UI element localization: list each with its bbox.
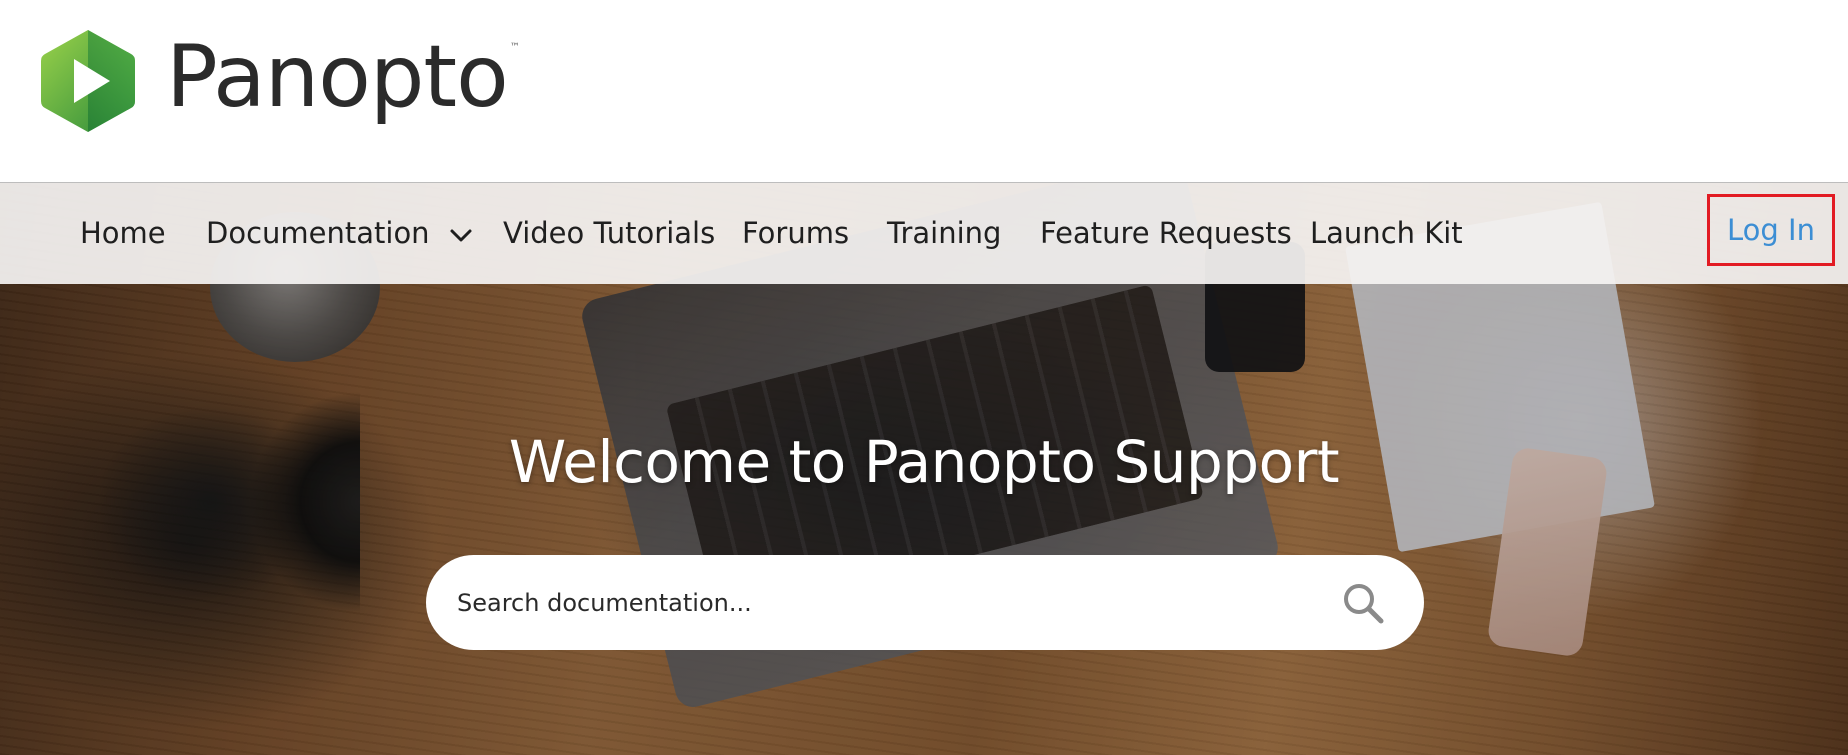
- chevron-down-icon[interactable]: [448, 222, 474, 248]
- nav-item-training[interactable]: Training: [887, 183, 1001, 283]
- nav-item-forums[interactable]: Forums: [742, 183, 849, 283]
- nav-item-label: Documentation: [206, 216, 430, 250]
- nav-item-documentation[interactable]: Documentation: [206, 183, 474, 283]
- search-bar[interactable]: [426, 555, 1424, 650]
- trademark-symbol: ™: [509, 41, 520, 53]
- login-label: Log In: [1727, 213, 1815, 247]
- panopto-logo[interactable]: Panopto ™: [38, 26, 520, 136]
- brand-name: Panopto: [166, 27, 509, 127]
- nav-item-label: Home: [80, 216, 166, 250]
- nav-item-label: Forums: [742, 216, 850, 250]
- panopto-logo-icon: [41, 30, 135, 132]
- nav-item-label: Video Tutorials: [503, 216, 716, 250]
- main-nav: Home Documentation Video Tutorials Forum…: [0, 182, 1848, 284]
- site-header: Panopto ™: [0, 0, 1848, 182]
- page-title: Welcome to Panopto Support: [508, 428, 1340, 496]
- nav-item-label: Launch Kit: [1310, 216, 1463, 250]
- nav-item-label: Training: [887, 216, 1002, 250]
- nav-item-feature-requests[interactable]: Feature Requests: [1040, 183, 1292, 283]
- search-input[interactable]: [455, 571, 1340, 634]
- login-button[interactable]: Log In: [1707, 194, 1835, 266]
- nav-item-launch-kit[interactable]: Launch Kit: [1310, 183, 1463, 283]
- nav-item-label: Feature Requests: [1040, 216, 1292, 250]
- nav-item-video-tutorials[interactable]: Video Tutorials: [503, 183, 715, 283]
- nav-item-home[interactable]: Home: [80, 183, 166, 283]
- search-icon[interactable]: [1340, 580, 1386, 626]
